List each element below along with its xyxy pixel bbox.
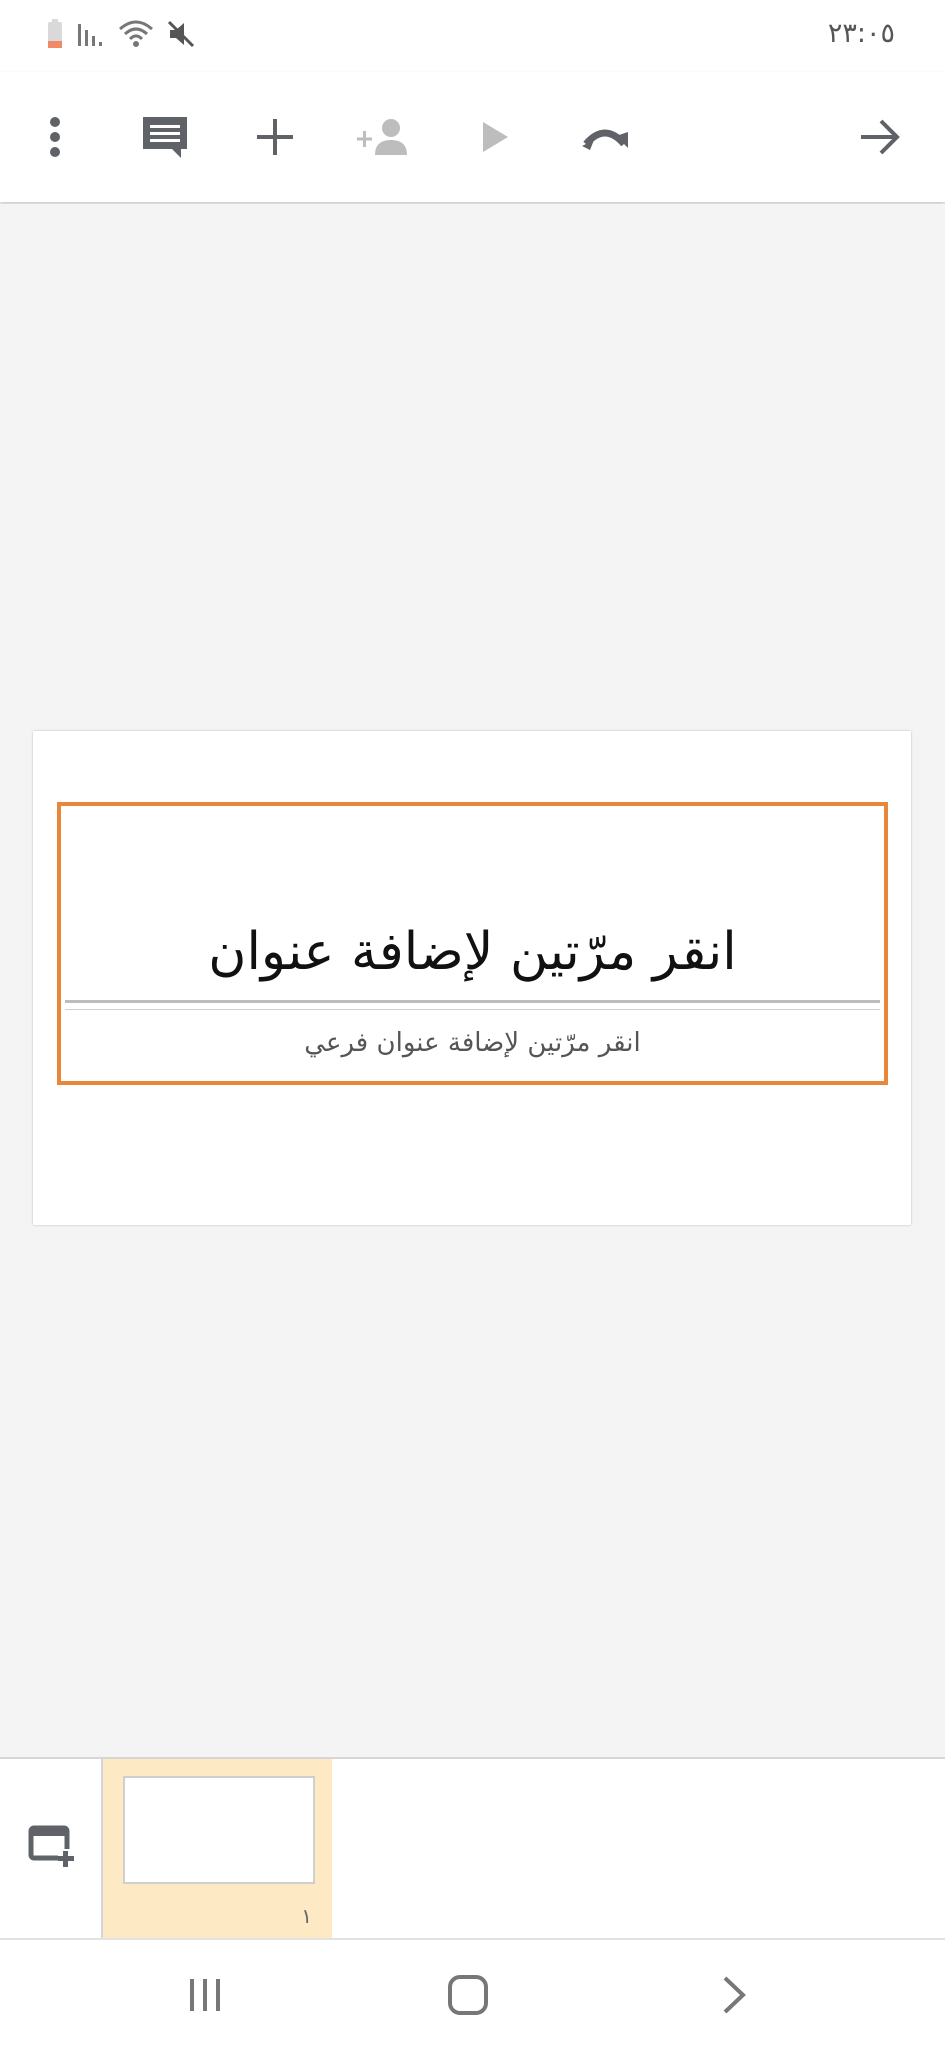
signal-icon bbox=[76, 20, 106, 52]
share-button[interactable] bbox=[350, 102, 420, 172]
mute-icon bbox=[166, 19, 196, 53]
slide[interactable]: انقر مرّتين لإضافة عنوان انقر مرّتين لإض… bbox=[33, 731, 911, 1225]
back-icon bbox=[723, 1976, 746, 2014]
home-icon bbox=[448, 1975, 488, 2015]
add-person-icon bbox=[357, 119, 407, 155]
add-slide-icon bbox=[28, 1825, 74, 1867]
slide-number: ١ bbox=[301, 1904, 312, 1928]
status-time: ٢٣:٠٥ bbox=[827, 18, 895, 49]
play-icon bbox=[483, 122, 508, 152]
back-button[interactable] bbox=[845, 102, 915, 172]
recents-button[interactable] bbox=[170, 1960, 240, 2030]
title-placeholder[interactable]: انقر مرّتين لإضافة عنوان bbox=[65, 810, 880, 1003]
redo-icon bbox=[582, 129, 628, 150]
system-nav-bar bbox=[0, 1938, 945, 2048]
add-icon bbox=[257, 119, 293, 155]
add-slide-button[interactable] bbox=[24, 1819, 80, 1875]
more-vert-icon bbox=[50, 117, 60, 157]
status-bar: ٢٣:٠٥ bbox=[0, 0, 945, 72]
present-button[interactable] bbox=[460, 102, 530, 172]
recents-icon bbox=[190, 1979, 220, 2011]
redo-button[interactable] bbox=[570, 102, 640, 172]
status-icons bbox=[46, 18, 196, 54]
slide-canvas[interactable]: انقر مرّتين لإضافة عنوان انقر مرّتين لإض… bbox=[0, 204, 945, 1757]
subtitle-placeholder[interactable]: انقر مرّتين لإضافة عنوان فرعي bbox=[65, 1009, 880, 1075]
home-button[interactable] bbox=[433, 1960, 503, 2030]
title-placeholder-text: انقر مرّتين لإضافة عنوان bbox=[208, 922, 737, 982]
selection-box[interactable]: انقر مرّتين لإضافة عنوان انقر مرّتين لإض… bbox=[57, 802, 888, 1085]
insert-button[interactable] bbox=[240, 102, 310, 172]
top-toolbar bbox=[0, 72, 945, 202]
comments-button[interactable] bbox=[130, 102, 200, 172]
slide-thumbnail[interactable] bbox=[123, 1776, 315, 1884]
subtitle-placeholder-text: انقر مرّتين لإضافة عنوان فرعي bbox=[304, 1027, 641, 1058]
slide-thumbnail-item[interactable]: ١ bbox=[103, 1759, 332, 1940]
battery-icon bbox=[46, 19, 64, 53]
more-options-button[interactable] bbox=[20, 102, 90, 172]
arrow-forward-icon bbox=[861, 119, 900, 155]
nav-back-button[interactable] bbox=[699, 1960, 769, 2030]
filmstrip: ١ bbox=[0, 1757, 945, 1940]
comment-icon bbox=[143, 117, 187, 158]
wifi-icon bbox=[118, 19, 154, 53]
